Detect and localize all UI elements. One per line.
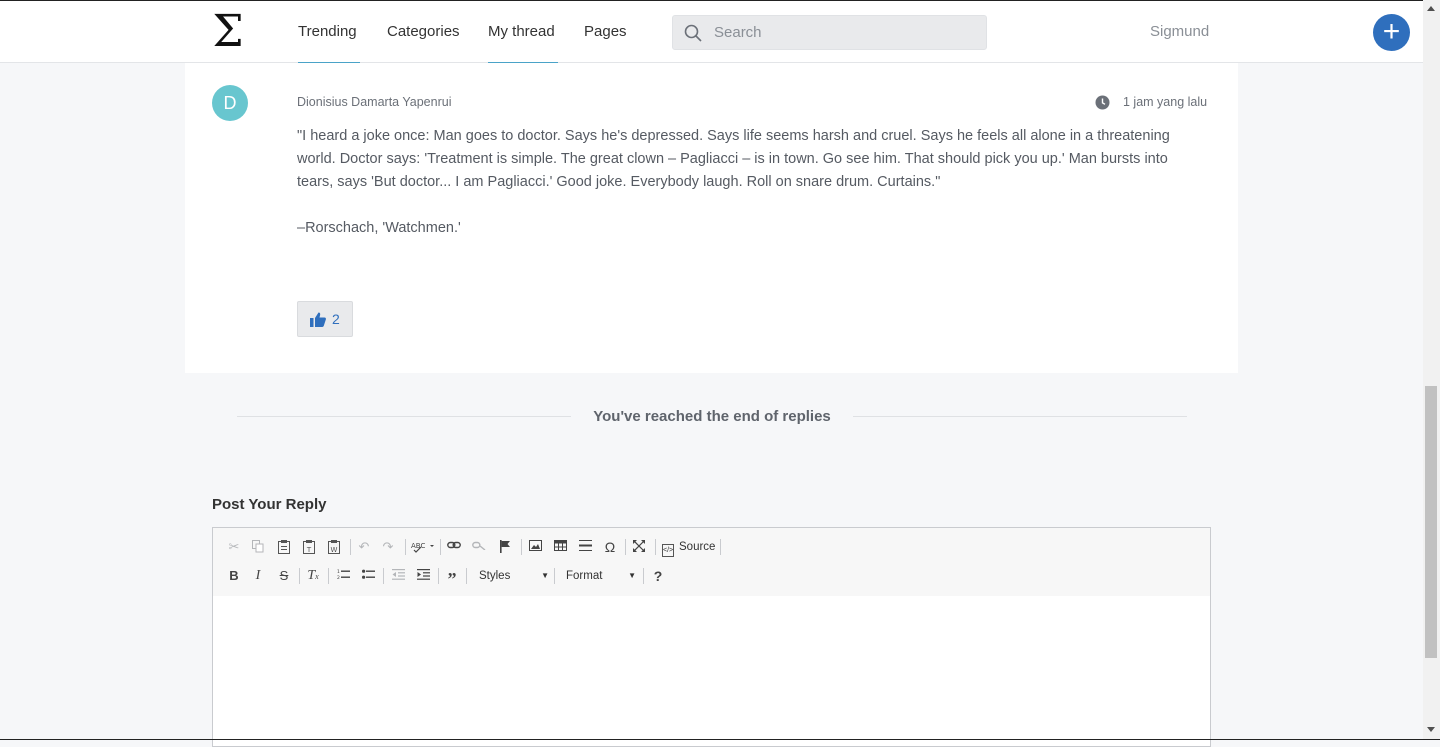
top-navbar: Σ Trending Categories My thread Pages Si…: [0, 1, 1423, 64]
styles-label: Styles: [479, 570, 511, 582]
toolbar-separator: [625, 539, 626, 555]
paste-word-icon[interactable]: W: [324, 537, 344, 557]
toolbar-separator: [405, 539, 406, 555]
unlink-icon[interactable]: [469, 537, 489, 557]
numbered-list-icon[interactable]: 12: [333, 566, 353, 586]
undo-icon[interactable]: ↶: [354, 537, 374, 557]
horizontal-line-icon[interactable]: [575, 537, 595, 557]
help-icon[interactable]: ?: [648, 566, 668, 586]
editor-toolbar: ✂ T W ↶ ↷ ABC Ω </> Source B I S Tx 1 2 …: [213, 528, 1210, 597]
format-dropdown[interactable]: Format ▼: [566, 566, 636, 586]
remove-format-icon[interactable]: Tx: [303, 566, 323, 586]
redo-icon[interactable]: ↷: [378, 537, 398, 557]
post-text: "I heard a joke once: Man goes to doctor…: [297, 128, 1170, 190]
toolbar-separator: [643, 568, 644, 584]
site-logo[interactable]: Σ: [210, 10, 246, 54]
source-button[interactable]: </> Source: [662, 537, 715, 557]
like-button[interactable]: 2: [297, 301, 353, 337]
cut-icon[interactable]: ✂: [224, 537, 244, 557]
blockquote-icon[interactable]: ”: [442, 566, 462, 589]
search-input[interactable]: [714, 16, 974, 49]
format-label: Format: [566, 570, 603, 582]
search-box[interactable]: [672, 15, 987, 50]
styles-dropdown[interactable]: Styles ▼: [479, 566, 549, 586]
editor-text-area[interactable]: [213, 596, 1210, 746]
post-time: 1 jam yang lalu: [1123, 95, 1208, 109]
toolbar-separator: [521, 539, 522, 555]
page-scrollbar[interactable]: [1423, 0, 1440, 740]
toolbar-separator: [720, 539, 721, 555]
strikethrough-icon[interactable]: S: [274, 566, 294, 586]
italic-icon[interactable]: I: [248, 566, 268, 586]
link-icon[interactable]: [444, 537, 464, 557]
post-signature: –Rorschach, 'Watchmen.': [297, 220, 461, 236]
svg-text:2: 2: [337, 575, 340, 580]
indent-icon[interactable]: [413, 566, 433, 586]
maximize-icon[interactable]: [629, 537, 649, 557]
add-post-button[interactable]: +: [1373, 14, 1410, 51]
svg-text:T: T: [306, 546, 312, 554]
source-label: Source: [679, 541, 716, 553]
svg-text:ABC: ABC: [411, 542, 425, 550]
post-card: D Dionisius Damarta Yapenrui 1 jam yang …: [185, 63, 1238, 373]
end-of-replies-message: You've reached the end of replies: [593, 408, 831, 425]
nav-trending[interactable]: Trending: [298, 1, 360, 64]
nav-categories[interactable]: Categories: [387, 1, 461, 63]
table-icon[interactable]: [550, 537, 570, 557]
clock-icon: [1095, 95, 1110, 110]
nav-pages[interactable]: Pages: [584, 1, 627, 63]
toolbar-separator: [328, 568, 329, 584]
nav-my-thread[interactable]: My thread: [488, 1, 558, 64]
user-name[interactable]: Sigmund: [1150, 1, 1209, 63]
copy-icon[interactable]: [248, 537, 268, 557]
scroll-up-arrow-icon[interactable]: [1427, 6, 1435, 11]
chevron-down-icon: ▼: [541, 571, 549, 580]
scroll-down-arrow-icon[interactable]: [1427, 727, 1435, 732]
image-icon[interactable]: [525, 537, 545, 557]
bullet-list-icon[interactable]: [358, 566, 378, 586]
paste-icon[interactable]: [274, 537, 294, 557]
toolbar-separator: [383, 568, 384, 584]
reply-heading: Post Your Reply: [212, 496, 327, 513]
toolbar-separator: [466, 568, 467, 584]
post-author[interactable]: Dionisius Damarta Yapenrui: [297, 95, 451, 109]
toolbar-separator: [440, 539, 441, 555]
scroll-thumb[interactable]: [1425, 386, 1437, 658]
toolbar-separator: [438, 568, 439, 584]
divider-right: [853, 416, 1187, 417]
spellcheck-icon[interactable]: ABC: [410, 537, 436, 557]
search-icon: [684, 24, 702, 42]
outdent-icon[interactable]: [388, 566, 408, 586]
toolbar-separator: [299, 568, 300, 584]
svg-text:1: 1: [337, 569, 340, 575]
thumbs-up-icon: [310, 312, 326, 327]
source-icon: </>: [662, 544, 674, 557]
chevron-down-icon: ▼: [628, 571, 636, 580]
svg-text:W: W: [331, 546, 338, 554]
toolbar-separator: [554, 568, 555, 584]
post-body: "I heard a joke once: Man goes to doctor…: [297, 125, 1207, 240]
anchor-flag-icon[interactable]: [495, 537, 515, 557]
avatar[interactable]: D: [212, 85, 248, 121]
divider-left: [237, 416, 571, 417]
paste-text-icon[interactable]: T: [299, 537, 319, 557]
special-char-icon[interactable]: Ω: [600, 537, 620, 557]
bold-icon[interactable]: B: [224, 566, 244, 586]
like-count: 2: [332, 311, 340, 327]
toolbar-separator: [655, 539, 656, 555]
toolbar-separator: [350, 539, 351, 555]
rich-text-editor: ✂ T W ↶ ↷ ABC Ω </> Source B I S Tx 1 2 …: [212, 527, 1211, 747]
